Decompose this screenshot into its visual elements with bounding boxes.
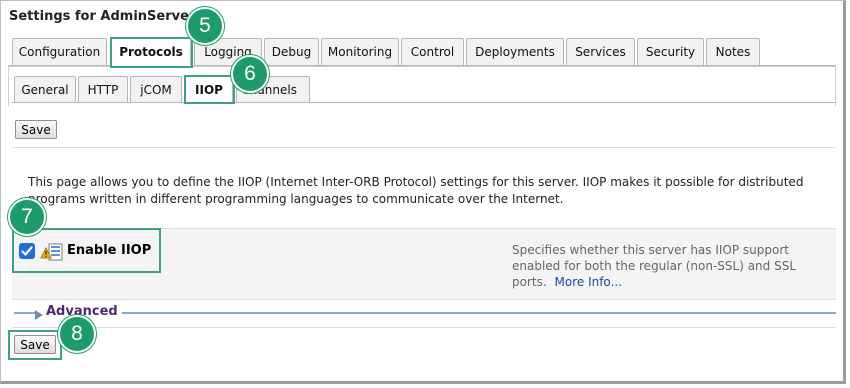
tab-configuration[interactable]: Configuration xyxy=(12,38,107,66)
tab-debug[interactable]: Debug xyxy=(264,38,319,66)
callout-highlight-iiop xyxy=(184,75,235,104)
advanced-divider xyxy=(12,327,836,328)
tab-monitoring[interactable]: Monitoring xyxy=(321,38,399,66)
enable-iiop-help: Specifies whether this server has IIOP s… xyxy=(512,242,812,290)
tab-notes[interactable]: Notes xyxy=(706,38,760,66)
callout-badge-6: 6 xyxy=(231,55,269,93)
advanced-line-left xyxy=(14,312,36,314)
callout-badge-7: 7 xyxy=(8,198,46,236)
page-description: This page allows you to define the IIOP … xyxy=(28,175,804,206)
callout-badge-5: 5 xyxy=(186,7,224,45)
subtab-general[interactable]: General xyxy=(14,76,76,103)
save-button[interactable]: Save xyxy=(15,120,57,139)
page-title: Settings for AdminServer xyxy=(9,9,196,24)
advanced-line-right xyxy=(122,312,836,314)
subtab-http[interactable]: HTTP xyxy=(78,76,128,103)
tab-control[interactable]: Control xyxy=(401,38,464,66)
subtab-jcom[interactable]: jCOM xyxy=(130,76,182,103)
callout-highlight-save xyxy=(8,330,62,360)
callout-highlight-protocols xyxy=(110,37,193,68)
tab-security[interactable]: Security xyxy=(637,38,704,66)
callout-highlight-enable-iiop xyxy=(12,228,161,273)
expand-triangle-icon[interactable] xyxy=(34,306,44,325)
callout-badge-8: 8 xyxy=(58,315,96,353)
toolbar-divider xyxy=(12,147,836,148)
more-info-link[interactable]: More Info... xyxy=(555,275,623,289)
tab-services[interactable]: Services xyxy=(566,38,635,66)
tab-deployments[interactable]: Deployments xyxy=(466,38,564,66)
